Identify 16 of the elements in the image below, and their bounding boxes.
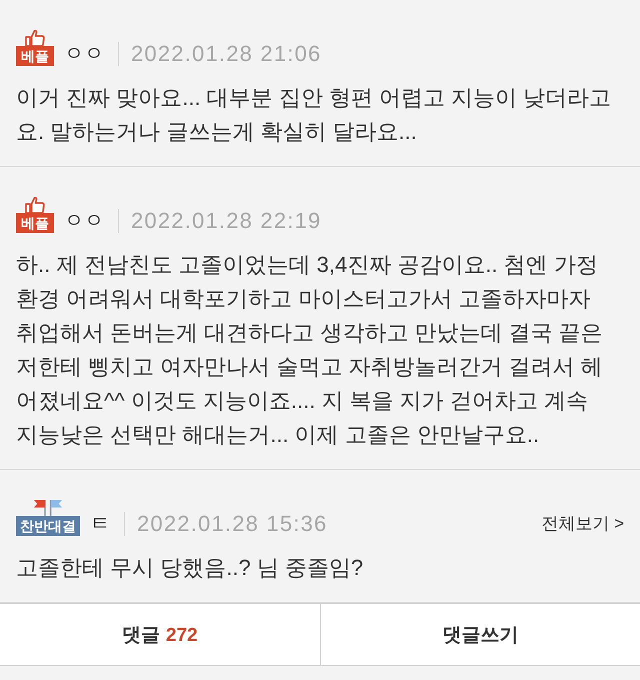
best-comment-tag: 베플 [16,213,54,233]
comment-text: 이거 진짜 맞아요... 대부분 집안 형편 어렵고 지능이 낮더라고요. 말하는거나 글쓰는게 확실히 달라요... [16,84,612,146]
comment-date: 2022.01.28 22:19 [131,209,322,233]
author-name: ㅇㅇ [64,210,104,233]
comment-date: 2022.01.28 21:06 [131,42,322,66]
thumbs-up-icon [25,196,45,214]
debate-tag: 찬반대결 [16,516,80,536]
best-comment-tag: 베플 [16,46,54,66]
comment-date: 2022.01.28 15:36 [137,512,328,536]
author-name: ㅇㅇ [64,43,104,66]
comment-text: 고졸한테 무시 당했음..? 님 중졸임? [16,554,364,582]
author-name: ㅌ [90,513,110,536]
thumbs-up-icon [25,29,45,47]
comment-text: 하.. 제 전남친도 고졸이었는데 3,4진짜 공감이요.. 첨엔 가정환경 어려워서 대학포기하고 마이스터고가서 고졸하자마자 취업해서 돈버는게 대견하다고 생각하고 만났는데 결국 끝은 저한테 삥치고 여자만나서 술먹고 자취방놀러간거 걸려서 헤어졌네요^^ 이것도 지능이죠.... 지 복을 지가 걷어차고 계속 지능낮은 선택만 해대는거... 이제 고졸은 안만날구요.. [16,251,604,449]
flag-icon [33,499,63,516]
view-all-link[interactable]: 전체보기 > [541,513,624,536]
